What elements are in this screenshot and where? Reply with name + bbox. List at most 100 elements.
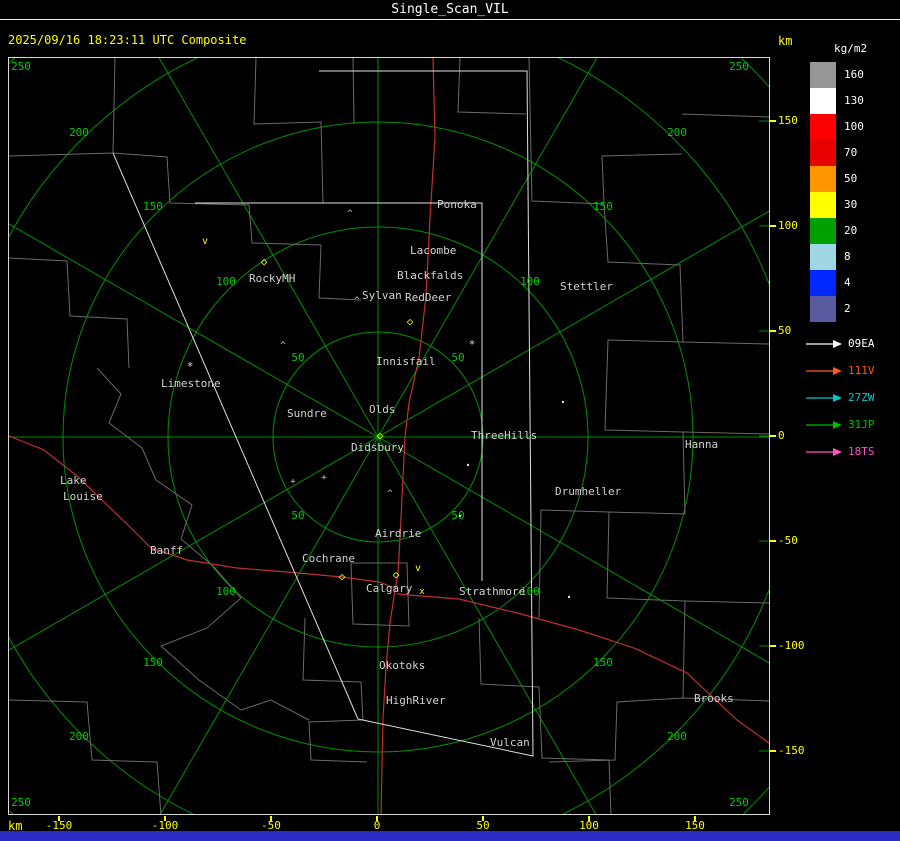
- map-marker: ◇: [407, 315, 414, 328]
- map-marker: v: [202, 236, 208, 247]
- vil-scale-row: 130: [810, 88, 900, 114]
- right-axis-tick-label: -100: [778, 639, 805, 652]
- county-boundary: [9, 699, 162, 814]
- vil-scale-row: 100: [810, 114, 900, 140]
- right-axis-tick: [770, 645, 776, 647]
- window-title: Single_Scan_VIL: [391, 2, 509, 17]
- radar-arrow-icon: [806, 366, 842, 375]
- highway: [9, 435, 396, 589]
- range-label: 50: [291, 351, 304, 364]
- radar-id-list: 09EA 111V 27ZW 31JP 18TS: [806, 330, 900, 465]
- range-label: 150: [593, 656, 613, 669]
- city-label: Didsbury: [351, 441, 404, 454]
- map-marker: ◇: [393, 568, 400, 581]
- county-boundary: [682, 600, 769, 702]
- right-axis-tick: [770, 330, 776, 332]
- vil-color-swatch: [810, 140, 836, 166]
- city-label: Lacombe: [410, 244, 456, 257]
- right-axis-tick-label: 150: [778, 114, 798, 127]
- range-label: 50: [291, 509, 304, 522]
- vil-color-swatch: [810, 218, 836, 244]
- range-label: 100: [520, 275, 540, 288]
- radar-id-label: 31JP: [848, 418, 875, 431]
- vil-color-scale: 160 130 100 70 50 30 20 8 4 2: [810, 62, 900, 322]
- city-label: Limestone: [161, 377, 221, 390]
- vil-color-swatch: [810, 166, 836, 192]
- map-marker: ·: [565, 590, 573, 606]
- vil-scale-row: 160: [810, 62, 900, 88]
- county-boundary: [457, 58, 527, 115]
- radar-arrow-icon: [806, 339, 842, 348]
- right-axis-tick-label: 0: [778, 429, 785, 442]
- map-frame: 50 50 50 50 100 100 100 100 150 150 150 150 200 200 20…: [8, 57, 770, 815]
- vil-color-swatch: [810, 88, 836, 114]
- county-boundary: [302, 617, 368, 763]
- vil-scale-row: 2: [810, 296, 900, 322]
- city-label: Vulcan: [490, 736, 530, 749]
- right-axis-tick-label: -50: [778, 534, 798, 547]
- city-label: Okotoks: [379, 659, 425, 672]
- vil-value-label: 160: [844, 68, 864, 81]
- map-marker: ^: [280, 341, 286, 351]
- map-marker: ◇: [339, 570, 346, 583]
- right-axis-unit: km: [778, 34, 793, 48]
- scan-timestamp: 2025/09/16 18:23:11 UTC Composite: [8, 33, 247, 47]
- county-boundary: [548, 697, 684, 763]
- map-marker: x: [419, 587, 425, 597]
- radar-id-label: 27ZW: [848, 391, 875, 404]
- vil-value-label: 8: [844, 250, 851, 263]
- vil-value-label: 20: [844, 224, 858, 237]
- range-label: 150: [143, 656, 163, 669]
- radar-id-row: 09EA: [806, 330, 900, 357]
- city-label: Louise: [63, 490, 103, 503]
- right-axis-tick: [770, 540, 776, 542]
- range-label: 250: [729, 60, 749, 73]
- radar-coverage-outline: [319, 70, 534, 757]
- map-marker: ·: [559, 395, 567, 411]
- right-axis-tick-label: 100: [778, 219, 798, 232]
- city-label: Hanna: [685, 438, 718, 451]
- vil-scale-row: 50: [810, 166, 900, 192]
- map-marker: *: [469, 338, 476, 351]
- range-label: 100: [216, 275, 236, 288]
- map-marker: +: [290, 477, 296, 487]
- city-label: Lake: [60, 474, 87, 487]
- city-label: Strathmore: [459, 585, 525, 598]
- map-marker: ^: [347, 209, 353, 219]
- range-label: 200: [69, 126, 89, 139]
- map-marker: ◇: [261, 255, 268, 268]
- radar-coverage-outline: [195, 202, 483, 581]
- radar-arrow-icon: [806, 447, 842, 456]
- city-label: Olds: [369, 403, 396, 416]
- city-label: RedDeer: [405, 291, 452, 304]
- radar-id-row: 27ZW: [806, 384, 900, 411]
- county-boundary: [601, 153, 683, 205]
- vil-color-swatch: [810, 244, 836, 270]
- map-marker: v: [415, 563, 421, 574]
- vil-scale-row: 8: [810, 244, 900, 270]
- radar-id-row: 111V: [806, 357, 900, 384]
- map-marker: ·: [464, 458, 472, 474]
- radar-arrow-head: [833, 366, 842, 375]
- city-label: HighRiver: [386, 694, 446, 707]
- vil-value-label: 2: [844, 302, 851, 315]
- map-marker: *: [187, 360, 194, 373]
- vil-scale-row: 70: [810, 140, 900, 166]
- range-label: 250: [729, 796, 749, 809]
- map-marker: ◇: [377, 429, 384, 442]
- bottom-status-bar: [0, 831, 900, 841]
- vil-value-label: 130: [844, 94, 864, 107]
- vil-value-label: 30: [844, 198, 858, 211]
- radar-map[interactable]: 50 5050 50100 100100 100150 150150 150200 20020…: [9, 58, 769, 814]
- county-boundary: [352, 58, 355, 125]
- city-label: Stettler: [560, 280, 613, 293]
- legend-panel: kg/m2 160 130 100 70 50 30 20 8 4 2 09EA 111V 27ZW 3…: [800, 42, 900, 465]
- vil-color-swatch: [810, 270, 836, 296]
- radar-arrow-icon: [806, 393, 842, 402]
- county-boundary: [9, 257, 130, 369]
- county-boundary: [606, 431, 769, 604]
- city-label: Calgary: [366, 582, 413, 595]
- city-label: ThreeHills: [471, 429, 537, 442]
- right-axis-tick: [770, 750, 776, 752]
- range-label: 150: [143, 200, 163, 213]
